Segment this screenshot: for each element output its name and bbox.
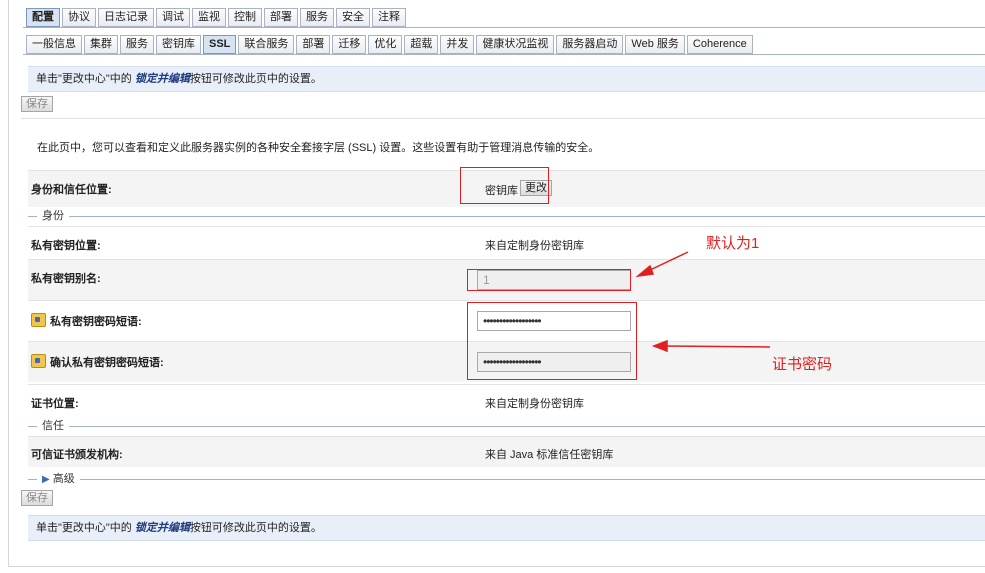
arrow-pass-head xyxy=(651,339,668,353)
arrow-pass-line xyxy=(664,345,771,348)
annotation-arrows xyxy=(635,251,771,353)
arrow-alias-head xyxy=(635,264,655,278)
arrow-alias-line xyxy=(647,251,689,272)
